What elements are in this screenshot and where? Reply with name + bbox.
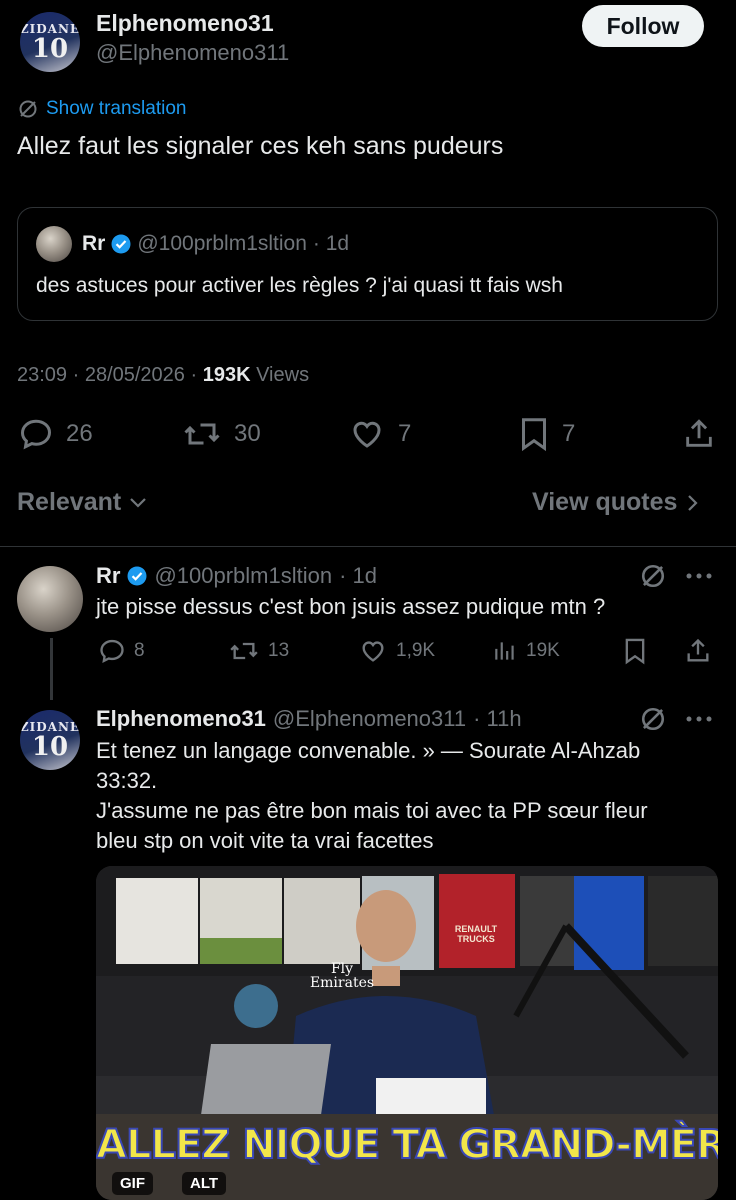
quoted-time: · 1d — [312, 232, 350, 255]
reply1-translate-button[interactable] — [640, 563, 666, 589]
bookmark-icon — [522, 418, 546, 452]
more-icon — [686, 573, 712, 579]
reply1-display-name[interactable]: Rr — [96, 563, 120, 589]
views-count: 193K — [202, 364, 251, 386]
share-icon — [687, 638, 709, 662]
reply2-text-line: Et tenez un langage convenable. » — Sour… — [96, 738, 641, 763]
tweet-text: Allez faut les signaler ces keh sans pud… — [17, 132, 504, 160]
translate-icon — [641, 707, 665, 731]
quoted-display-name: Rr — [82, 232, 106, 255]
reply2-time: · 11h — [473, 706, 522, 731]
tweet-timestamp[interactable]: 23:09 · 28/05/2026 · — [17, 364, 197, 386]
repost-action[interactable]: 30 — [182, 416, 261, 452]
reply1-more-button[interactable] — [684, 566, 714, 586]
more-icon — [686, 716, 712, 722]
like-count: 7 — [398, 420, 412, 447]
reply2-display-name[interactable]: Elphenomeno31 — [96, 706, 266, 732]
reply1-reply-count: 8 — [134, 640, 145, 661]
gif-badge: GIF — [112, 1172, 153, 1195]
share-button[interactable] — [682, 416, 716, 452]
translate-icon — [19, 100, 37, 118]
repost-icon — [230, 642, 258, 660]
thread-line — [50, 638, 53, 700]
reply-count: 26 — [66, 420, 93, 447]
reply1-share-button[interactable] — [684, 636, 712, 666]
reply2-handle[interactable]: @Elphenomeno311 — [273, 706, 466, 732]
reply1-like-count: 1,9K — [396, 640, 436, 661]
reply1-handle[interactable]: @100prblm1sltion — [154, 563, 332, 589]
reply1-time: · 1d — [339, 563, 378, 588]
views-icon — [495, 642, 514, 660]
reply2-text-line: J'assume ne pas être bon mais toi avec t… — [96, 798, 648, 823]
reply-icon — [100, 639, 124, 663]
heart-icon — [362, 641, 384, 662]
show-translation-link[interactable]: Show translation — [18, 98, 186, 120]
bookmark-action[interactable]: 7 — [518, 416, 575, 452]
follow-button[interactable]: Follow — [582, 5, 704, 47]
tweet-meta: 23:09 · 28/05/2026 · 193K Views — [17, 364, 309, 387]
reply2-more-button[interactable] — [684, 709, 714, 729]
reply2-avatar[interactable]: ZIDANE 10 — [20, 710, 80, 770]
gif-shirt-text: RENAULT TRUCKS — [454, 924, 498, 944]
quoted-avatar — [36, 226, 72, 262]
reply1-views-count: 19K — [526, 640, 560, 661]
repost-icon — [184, 423, 220, 445]
chevron-right-icon — [688, 494, 698, 511]
verified-badge-icon — [111, 234, 131, 254]
reply2-gif[interactable]: Fly Emirates RENAULT TRUCKS ALLEZ NIQUE … — [96, 866, 718, 1200]
like-action[interactable]: 7 — [348, 416, 411, 452]
translate-icon — [641, 564, 665, 588]
reply1-bookmark-button[interactable] — [622, 637, 648, 665]
gif-jersey-line: Emirates — [309, 975, 375, 991]
bookmark-icon — [625, 638, 645, 665]
reply1-like-action[interactable]: 1,9K — [358, 637, 435, 665]
reply1-repost-action[interactable]: 13 — [228, 637, 289, 665]
reply1-repost-count: 13 — [268, 640, 290, 661]
views-label: Views — [256, 364, 310, 386]
chevron-down-icon — [130, 497, 146, 508]
view-quotes-label: View quotes — [532, 488, 678, 516]
gif-jersey-line: Fly — [330, 961, 354, 977]
reply2-translate-button[interactable] — [640, 706, 666, 732]
author-handle[interactable]: @Elphenomeno311 — [96, 40, 289, 66]
reply2-text: Et tenez un langage convenable. » — Sour… — [96, 736, 648, 856]
alt-badge[interactable]: ALT — [182, 1172, 227, 1195]
reply2-header: Elphenomeno31 @Elphenomeno311 · 11h — [96, 706, 522, 732]
quoted-tweet[interactable]: Rr @100prblm1sltion · 1d des astuces pou… — [17, 207, 718, 321]
sort-relevant-label: Relevant — [17, 488, 122, 516]
reply-action[interactable]: 26 — [18, 416, 93, 452]
avatar-number: 10 — [31, 732, 69, 762]
show-translation-label: Show translation — [46, 98, 187, 119]
bookmark-count: 7 — [562, 420, 576, 447]
share-icon — [686, 419, 712, 447]
view-quotes-link[interactable]: View quotes — [532, 488, 699, 517]
repost-count: 30 — [234, 420, 261, 447]
divider — [0, 546, 736, 547]
verified-badge-icon — [127, 566, 147, 586]
reply1-avatar[interactable] — [17, 566, 83, 632]
reply1-text: jte pisse dessus c'est bon jsuis assez p… — [96, 594, 606, 619]
reply1-views-action[interactable]: 19K — [492, 637, 560, 665]
heart-icon — [353, 421, 381, 448]
reply-icon — [20, 419, 52, 450]
author-avatar[interactable]: ZIDANE 10 — [20, 12, 80, 72]
gif-jersey-text: Fly Emirates — [292, 962, 392, 990]
gif-caption: ALLEZ NIQUE TA GRAND-MÈRE ! — [96, 1121, 718, 1169]
sort-relevant-dropdown[interactable]: Relevant — [17, 488, 147, 517]
reply1-reply-action[interactable]: 8 — [98, 637, 145, 665]
avatar-number: 10 — [31, 34, 69, 64]
reply1-header: Rr @100prblm1sltion · 1d — [96, 563, 377, 589]
quoted-handle: @100prblm1sltion — [137, 232, 307, 255]
author-display-name[interactable]: Elphenomeno31 — [96, 10, 274, 37]
reply2-text-line: 33:32. — [96, 768, 158, 793]
reply2-text-line: bleu stp on voit vite ta vrai facettes — [96, 828, 434, 853]
quoted-text: des astuces pour activer les règles ? j'… — [36, 274, 563, 297]
